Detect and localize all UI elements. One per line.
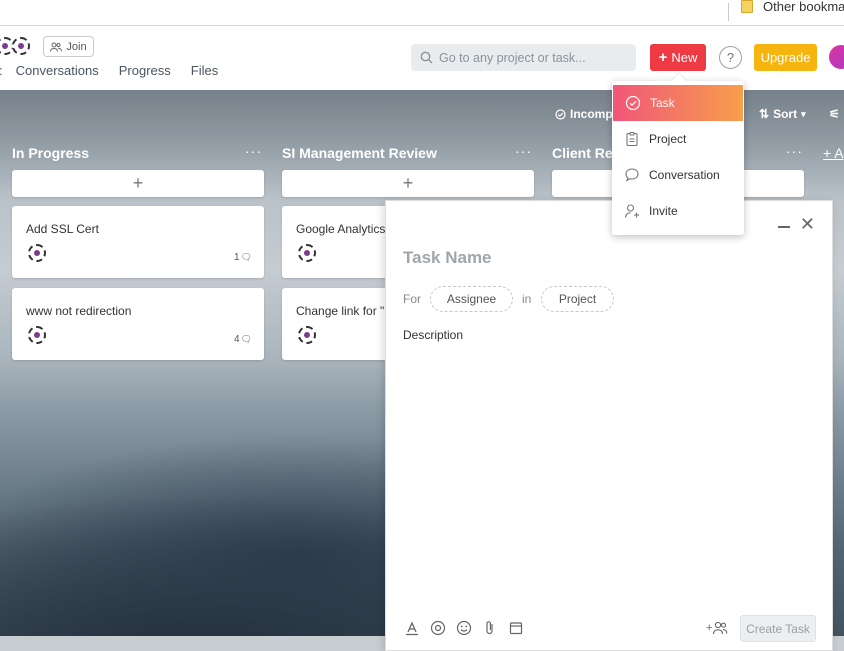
new-menu: Task Project Conversation Invite [612, 81, 744, 235]
task-title: Change link for "( [296, 304, 389, 318]
plus-icon: + [658, 49, 668, 66]
add-task-button[interactable]: + [12, 170, 264, 197]
sort-icon: ⇅ [759, 107, 770, 121]
assignee-picker[interactable]: Assignee [430, 286, 513, 312]
task-name-field[interactable]: Task Name [403, 248, 492, 268]
chat-bubble-icon [625, 168, 639, 182]
nav-item-files[interactable]: Files [191, 63, 218, 78]
sort-button[interactable]: ⇅ Sort ▾ [759, 107, 806, 121]
column-menu-icon[interactable]: ··· [786, 143, 803, 159]
nav-item-progress[interactable]: Progress [119, 63, 171, 78]
comment-icon: 🗨 [240, 252, 252, 262]
member-avatar[interactable] [12, 37, 30, 55]
column-title[interactable]: SI Management Review [282, 145, 437, 161]
column-title[interactable]: Client Rev [552, 145, 620, 161]
column-menu-icon[interactable]: ··· [245, 143, 262, 159]
description-field[interactable]: Description [403, 328, 463, 342]
assignee-avatar [298, 326, 316, 344]
for-label: For [403, 292, 421, 306]
assignee-avatar [298, 244, 316, 262]
menu-item-conversation[interactable]: Conversation [612, 157, 744, 193]
task-title: Google Analytics [296, 222, 386, 236]
search-box[interactable] [411, 44, 636, 71]
filter-incomplete[interactable]: Incompl [555, 107, 616, 121]
column-menu-icon[interactable]: ··· [515, 143, 532, 159]
task-card[interactable]: Add SSL Cert 1 🗨 [12, 206, 264, 278]
check-circle-icon [625, 95, 641, 111]
task-card[interactable]: www not redirection 4 🗨 [12, 288, 264, 360]
new-task-panel: ✕ Task Name For Assignee in Project Desc… [385, 200, 833, 651]
in-label: in [522, 292, 532, 306]
comment-count: 4 🗨 [234, 334, 252, 345]
attachment-icon[interactable] [482, 620, 498, 636]
join-label: Join [66, 40, 87, 53]
comment-icon: 🗨 [240, 334, 252, 344]
nav-item-conversations[interactable]: Conversations [16, 63, 99, 78]
folder-icon[interactable] [741, 0, 753, 13]
settings-sliders-icon[interactable]: ⚟ [829, 107, 840, 121]
formatting-toolbar [404, 620, 524, 636]
bookmarks-separator [728, 3, 729, 21]
help-button[interactable]: ? [719, 46, 742, 69]
menu-item-label: Conversation [649, 168, 720, 182]
chevron-down-icon: ▾ [801, 108, 806, 119]
users-icon [50, 42, 63, 52]
add-assignees-button[interactable]: + [706, 621, 728, 635]
nav-item-partial[interactable]: : [0, 63, 3, 78]
search-icon [420, 51, 433, 64]
add-user-icon [624, 204, 639, 218]
column-title[interactable]: In Progress [12, 145, 89, 161]
menu-item-task[interactable]: Task [613, 85, 743, 121]
project-nav: : Conversations Progress Files [0, 63, 238, 78]
calendar-icon[interactable] [508, 620, 524, 636]
create-task-button[interactable]: Create Task [740, 615, 816, 642]
assignee-avatar [28, 244, 46, 262]
filter-label: Incompl [570, 107, 617, 121]
add-task-button[interactable]: + [282, 170, 534, 197]
add-column-link[interactable]: + A [823, 145, 844, 161]
bookmarks-bar: Other bookmar [0, 0, 844, 26]
mention-icon[interactable] [430, 620, 446, 636]
new-label: New [671, 50, 698, 65]
users-icon [713, 621, 728, 635]
new-button[interactable]: + New [650, 44, 706, 71]
menu-item-label: Task [650, 96, 675, 110]
task-title: Add SSL Cert [26, 222, 99, 236]
menu-item-label: Project [649, 132, 687, 146]
emoji-icon[interactable] [456, 620, 472, 636]
menu-item-project[interactable]: Project [612, 121, 744, 157]
clipboard-icon [626, 131, 638, 147]
sort-label: Sort [773, 107, 798, 121]
project-picker[interactable]: Project [541, 286, 614, 312]
menu-item-invite[interactable]: Invite [612, 193, 744, 229]
text-format-icon[interactable] [404, 620, 420, 636]
task-title: www not redirection [26, 304, 132, 318]
check-circle-icon [555, 108, 566, 120]
project-members[interactable] [0, 37, 32, 55]
close-icon[interactable]: ✕ [800, 215, 815, 233]
menu-item-label: Invite [649, 204, 678, 218]
upgrade-button[interactable]: Upgrade [754, 44, 817, 71]
minimize-icon[interactable] [778, 226, 790, 228]
assignee-avatar [28, 326, 46, 344]
comment-count: 1 🗨 [234, 252, 252, 263]
search-input[interactable] [439, 50, 619, 65]
other-bookmarks-link[interactable]: Other bookmar [763, 0, 844, 14]
join-button[interactable]: Join [43, 36, 94, 57]
